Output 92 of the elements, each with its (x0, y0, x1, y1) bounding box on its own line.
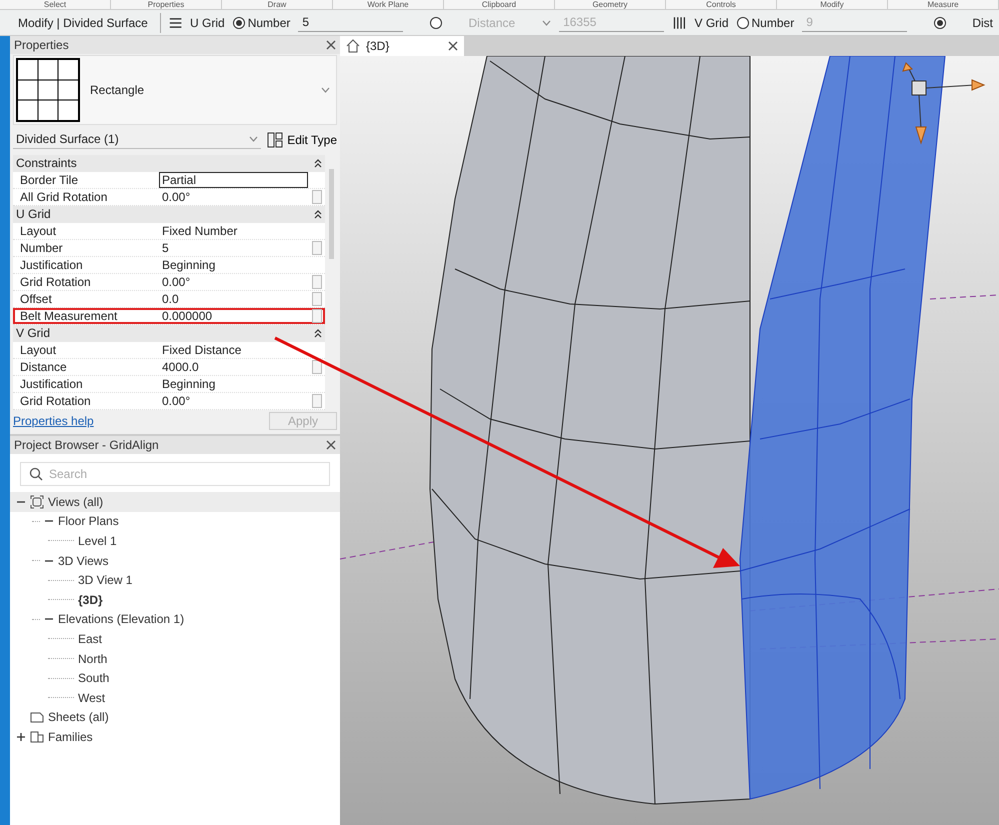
associate-parameter-button[interactable] (312, 360, 322, 374)
panel-title: Project Browser - GridAlign (14, 438, 159, 452)
parameter-value[interactable]: Beginning (159, 256, 308, 273)
ribbon-panel-label: Work Plane (333, 0, 444, 9)
ribbon-panel-label: Select (0, 0, 111, 9)
parameter-value[interactable]: Partial (159, 172, 308, 188)
tree-item[interactable]: 3D View 1 (10, 570, 340, 590)
parameter-value[interactable]: Beginning (159, 376, 308, 392)
parameter-value[interactable]: 0.0 (159, 290, 308, 307)
parameter-name: Belt Measurement (19, 308, 118, 323)
move-gizmo-icon[interactable] (902, 62, 986, 145)
caret-icon (321, 87, 330, 93)
close-icon[interactable] (326, 440, 336, 450)
radio-button[interactable]: Number (736, 16, 794, 30)
search-icon (29, 467, 43, 481)
horizontal-lines-icon (168, 16, 182, 30)
tree-item[interactable]: West (10, 688, 340, 708)
tree-item[interactable]: North (10, 648, 340, 668)
parameter-name: All Grid Rotation (19, 190, 108, 204)
ribbon-panel-label: Properties (111, 0, 222, 9)
grid-thumbnail-icon (16, 58, 80, 122)
tree-item[interactable]: East (10, 629, 340, 649)
parameter-name: Grid Rotation (19, 274, 92, 289)
ribbon-panel-label: Draw (222, 0, 333, 9)
collapse-icon[interactable] (314, 158, 322, 168)
parameter-name: Justification (19, 376, 84, 391)
tree-item[interactable]: Views (all) (10, 492, 340, 512)
home-icon (346, 39, 360, 53)
ribbon-panel-label: Clipboard (444, 0, 555, 9)
tree-item[interactable]: 3D Views (10, 550, 340, 570)
ribbon-panel-label: Controls (666, 0, 777, 9)
close-icon[interactable] (448, 41, 458, 51)
radio-circle-icon[interactable] (232, 16, 245, 28)
group-heading: Constraints (16, 156, 77, 170)
sheet-icon (30, 710, 44, 724)
view-tab[interactable]: {3D} (340, 36, 464, 56)
collapse-icon[interactable] (314, 210, 322, 219)
caret-icon (249, 136, 258, 142)
ribbon-panel-label: Geometry (555, 0, 666, 9)
parameter-name: Layout (19, 224, 58, 238)
group-heading: V Grid (16, 326, 50, 340)
input-field[interactable]: 5 (298, 13, 403, 32)
radio-circle-icon[interactable] (736, 16, 749, 28)
group-heading: U Grid (16, 207, 51, 222)
option-label: V Grid (694, 16, 729, 30)
ribbon-panel-label: Modify (777, 0, 888, 9)
tree-item[interactable]: South (10, 668, 340, 688)
radio-button[interactable]: Number (232, 16, 290, 30)
parameter-name: Border Tile (19, 172, 80, 187)
view-cube-icon (30, 494, 44, 509)
parameter-name: Layout (19, 342, 58, 357)
tree-item[interactable]: Sheets (all) (10, 708, 340, 728)
parameter-value[interactable]: 0.00° (159, 274, 308, 290)
parameter-value[interactable]: 5 (159, 240, 308, 256)
type-selector[interactable]: Rectangle (13, 55, 337, 125)
parameter-value[interactable]: 4000.0 (159, 358, 308, 375)
panel-title: Properties (14, 38, 69, 52)
option-label: U Grid (190, 16, 225, 30)
parameter-name: Number (19, 240, 64, 255)
instance-selector[interactable]: Divided Surface (1) (13, 130, 262, 149)
parameter-value[interactable]: Fixed Distance (159, 342, 308, 358)
radio-circle-icon[interactable] (934, 16, 946, 28)
parameter-value[interactable]: 0.000000 (159, 308, 308, 324)
reference-line (930, 294, 999, 300)
associate-parameter-button[interactable] (312, 308, 322, 323)
parameter-value[interactable]: Fixed Number (159, 222, 308, 239)
tree-item[interactable]: Level 1 (10, 531, 340, 551)
plus-icon[interactable] (16, 732, 26, 742)
parameter-value[interactable]: 0.00° (159, 392, 308, 409)
vertical-lines-icon (672, 14, 686, 30)
radio-circle-icon[interactable] (430, 16, 442, 28)
parameter-name: Justification (19, 258, 84, 272)
edit-type-icon (267, 132, 284, 148)
help-link[interactable]: Properties help (13, 414, 94, 428)
parameter-name: Grid Rotation (19, 394, 92, 408)
parameter-name: Offset (19, 292, 53, 306)
ribbon-panel-label: Measure (888, 0, 999, 9)
tree-item[interactable]: Elevations (Elevation 1) (10, 610, 340, 630)
context-label: Modify | Divided Surface (6, 12, 161, 32)
selected-surface-strip[interactable] (740, 56, 946, 800)
tree-item[interactable]: Families (10, 727, 340, 747)
parameter-value[interactable]: 0.00° (159, 188, 308, 205)
families-icon (30, 730, 44, 744)
edit-type-button[interactable]: Edit Type (267, 132, 337, 148)
tree-item[interactable]: {3D} (10, 590, 340, 610)
close-icon[interactable] (326, 40, 336, 50)
search-field[interactable]: Search (20, 462, 330, 486)
parameter-name: Distance (19, 360, 68, 374)
option-label: Dist (972, 16, 993, 30)
tree-item[interactable]: Floor Plans (10, 512, 340, 532)
caret-icon (542, 20, 552, 26)
collapse-icon[interactable] (314, 328, 322, 338)
